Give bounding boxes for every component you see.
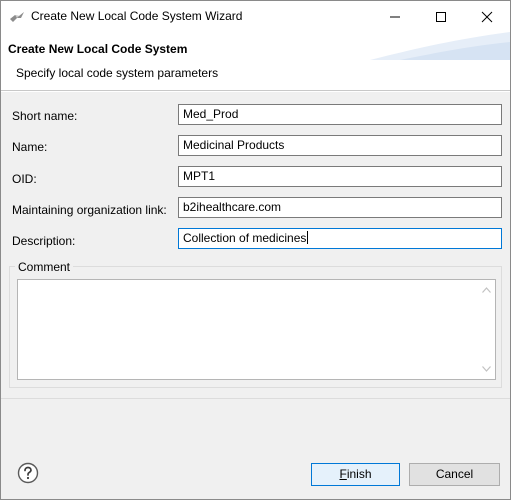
banner-divider (1, 91, 510, 92)
maintaining-org-label: Maintaining organization link: (12, 203, 167, 217)
short-name-label: Short name: (12, 109, 78, 123)
description-field[interactable]: Collection of medicines (178, 228, 502, 249)
wizard-banner: Create New Local Code System Specify loc… (1, 32, 510, 91)
minimize-button[interactable] (372, 1, 418, 32)
scroll-down-arrow-icon[interactable] (482, 366, 491, 372)
wizard-window: Create New Local Code System Wizard Crea… (0, 0, 511, 500)
finish-label: inish (346, 467, 372, 481)
close-icon (481, 11, 493, 23)
maximize-button[interactable] (418, 1, 464, 32)
finish-button[interactable]: Finish (311, 463, 400, 486)
description-label: Description: (12, 234, 76, 248)
title-bar[interactable]: Create New Local Code System Wizard (1, 1, 510, 32)
page-title: Create New Local Code System (8, 42, 188, 56)
name-label: Name: (12, 140, 48, 154)
name-field[interactable]: Medicinal Products (178, 135, 502, 156)
page-description: Specify local code system parameters (16, 66, 219, 80)
maximize-icon (436, 12, 446, 22)
banner-decoration (370, 32, 510, 60)
scroll-up-arrow-icon[interactable] (482, 287, 491, 293)
comment-textarea[interactable] (17, 279, 496, 380)
footer-divider (1, 398, 510, 399)
description-value: Collection of medicines (183, 231, 307, 245)
oid-field[interactable]: MPT1 (178, 166, 502, 187)
comment-label: Comment (15, 260, 74, 274)
help-icon[interactable] (17, 462, 39, 484)
text-caret (307, 231, 309, 244)
maintaining-org-field[interactable]: b2ihealthcare.com (178, 197, 502, 218)
app-icon (10, 12, 24, 22)
short-name-field[interactable]: Med_Prod (178, 104, 502, 125)
comment-scrollbar[interactable] (478, 280, 495, 379)
finish-mnemonic: F (339, 467, 347, 481)
oid-label: OID: (12, 172, 37, 186)
cancel-button[interactable]: Cancel (409, 463, 500, 486)
window-title: Create New Local Code System Wizard (31, 9, 243, 23)
minimize-icon (390, 16, 400, 18)
close-button[interactable] (464, 1, 510, 32)
